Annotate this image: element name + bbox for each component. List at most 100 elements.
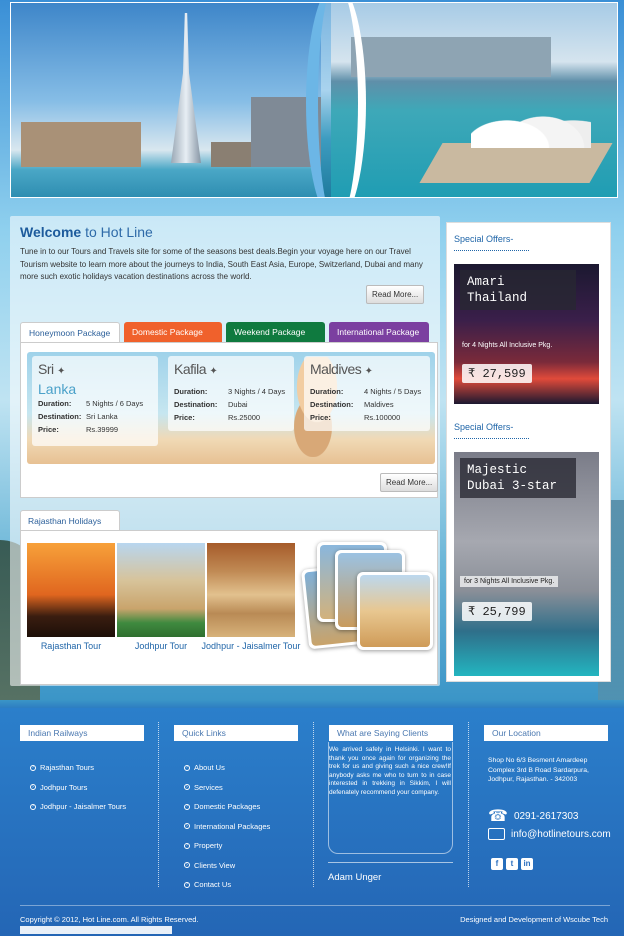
harbour-dock xyxy=(419,143,613,183)
package-name: Sri xyxy=(38,361,54,377)
rajasthan-tour-image[interactable] xyxy=(27,543,115,637)
price-label: Price: xyxy=(38,425,59,434)
welcome-read-more-button[interactable]: Read More... xyxy=(366,285,425,304)
welcome-title-rest: to Hot Line xyxy=(81,224,153,240)
footer-link[interactable]: › Services xyxy=(184,778,270,798)
arrow-bullet-icon: › xyxy=(184,823,190,830)
arrow-bullet-icon: › xyxy=(30,803,36,810)
railways-list: › Rajasthan Tours › Jodhpur Tours › Jodhpur… xyxy=(30,758,126,817)
ornament-icon: ✦ xyxy=(209,366,218,377)
tab-international-package[interactable]: International Package xyxy=(329,322,429,342)
footer-divider xyxy=(313,722,314,887)
collage-card xyxy=(357,572,433,650)
footer-link[interactable]: › About Us xyxy=(184,758,270,778)
tab-honeymoon-package[interactable]: Honeymoon Package xyxy=(20,322,120,342)
header-banner xyxy=(10,2,618,198)
footer-link[interactable]: › Clients View xyxy=(184,856,270,876)
offer-name: Amari Thailand xyxy=(460,270,576,310)
price-value: Rs.25000 xyxy=(228,413,261,422)
social-links: f t in xyxy=(491,858,533,870)
footer-link[interactable]: › Rajasthan Tours xyxy=(30,758,126,778)
footer-link[interactable]: › International Packages xyxy=(184,817,270,837)
amari-thailand-offer[interactable]: Amari Thailand for 4 Nights All Inclusive… xyxy=(454,264,599,404)
rajasthan-tour-link[interactable]: Rajasthan Tour xyxy=(23,640,119,652)
arrow-bullet-icon: › xyxy=(184,881,190,888)
jodhpur-tour-image[interactable] xyxy=(117,543,205,637)
destination-label: Destination: xyxy=(310,400,354,409)
mail-icon xyxy=(488,828,505,840)
price-label: Price: xyxy=(310,413,331,422)
duration-label: Duration: xyxy=(174,387,208,396)
ornament-icon: ✦ xyxy=(57,366,65,377)
arrow-bullet-icon: › xyxy=(184,784,190,791)
price-value: Rs.100000 xyxy=(364,413,401,422)
quick-links-list: › About Us › Services › Domestic Packages ›… xyxy=(184,758,270,895)
destination-value: Maldives xyxy=(364,400,394,409)
ornament-icon: ✦ xyxy=(364,366,373,377)
offer-price: ₹ 27,599 xyxy=(462,364,532,383)
email-contact[interactable]: info@hotlinetours.com xyxy=(488,828,611,840)
footer-link[interactable]: › Property xyxy=(184,836,270,856)
rupee-icon: ₹ xyxy=(468,367,476,381)
linkedin-icon[interactable]: in xyxy=(521,858,533,870)
copyright-text: Copyright © 2012, Hot Line.com. All Righ… xyxy=(20,915,199,924)
twitter-icon[interactable]: t xyxy=(506,858,518,870)
package-name: Kafila xyxy=(174,361,207,377)
scrollbar[interactable] xyxy=(20,926,172,934)
welcome-title: Welcome to Hot Line xyxy=(20,224,153,240)
building xyxy=(21,122,141,167)
title-underline xyxy=(454,250,529,251)
footer-divider xyxy=(158,722,159,887)
arrow-bullet-icon: › xyxy=(30,784,36,791)
package-card-maldives[interactable]: Maldives ✦ Duration: 4 Nights / 5 Days De… xyxy=(304,356,430,431)
footer-link[interactable]: › Jodhpur Tours xyxy=(30,778,126,798)
arrow-bullet-icon: › xyxy=(184,842,190,849)
designed-by-text: Designed and Development of Wscube Tech xyxy=(460,915,608,924)
package-card-kafila[interactable]: Kafila ✦ Duration: 3 Nights / 4 Days Dest… xyxy=(168,356,294,431)
email-address[interactable]: info@hotlinetours.com xyxy=(511,829,611,840)
tab-domestic-package[interactable]: Domestic Package xyxy=(124,322,222,342)
duration-label: Duration: xyxy=(310,387,344,396)
arrow-bullet-icon: › xyxy=(184,764,190,771)
footer-link[interactable]: › Jodhpur - Jaisalmer Tours xyxy=(30,797,126,817)
tab-weekend-package[interactable]: Weekend Package xyxy=(226,322,325,342)
offer-subtitle: for 4 Nights All Inclusive Pkg. xyxy=(462,342,553,349)
duration-value: 3 Nights / 4 Days xyxy=(228,387,286,396)
offer-price: ₹ 25,799 xyxy=(462,602,532,621)
majestic-dubai-offer[interactable]: Majestic Dubai 3-star for 3 Nights All In… xyxy=(454,452,599,676)
banner-swoosh xyxy=(306,3,366,197)
rupee-icon: ₹ xyxy=(468,605,476,619)
quote-divider xyxy=(328,862,453,863)
tab-rajasthan-holidays[interactable]: Rajasthan Holidays xyxy=(20,510,120,531)
jodhpur-tour-link[interactable]: Jodhpur Tour xyxy=(113,640,209,652)
package-name-line2: Lanka xyxy=(38,381,77,397)
footer-divider xyxy=(468,722,469,887)
rajasthan-photo-collage xyxy=(301,540,433,650)
welcome-text: Tune in to our Tours and Travels site fo… xyxy=(20,247,423,281)
arrow-bullet-icon: › xyxy=(184,862,190,869)
arrow-bullet-icon: › xyxy=(184,803,190,810)
indian-railways-heading: Indian Railways xyxy=(20,725,144,741)
duration-value: 4 Nights / 5 Days xyxy=(364,387,422,396)
duration-value: 5 Nights / 6 Days xyxy=(86,399,144,408)
footer-link[interactable]: › Domestic Packages xyxy=(184,797,270,817)
package-card-sri-lanka[interactable]: Sri ✦ Lanka Duration: 5 Nights / 6 Days D… xyxy=(32,356,158,446)
facebook-icon[interactable]: f xyxy=(491,858,503,870)
footer-link[interactable]: › Contact Us xyxy=(184,875,270,895)
jodhpur-jaisalmer-tour-link[interactable]: Jodhpur - Jaisalmer Tour xyxy=(200,640,302,652)
address-text: Shop No 6/3 Besment Amardeep Complex 3rd… xyxy=(488,757,589,783)
clients-heading: What are Saying Clients xyxy=(329,725,453,741)
building xyxy=(351,37,551,77)
packages-read-more-button[interactable]: Read More... xyxy=(380,473,439,492)
offer-subtitle: for 3 Nights All Inclusive Pkg. xyxy=(460,576,559,587)
offer-name: Majestic Dubai 3-star xyxy=(460,458,576,498)
jaisalmer-tour-image[interactable] xyxy=(207,543,295,637)
price-label: Price: xyxy=(174,413,195,422)
destination-label: Destination: xyxy=(38,412,82,421)
destination-value: Dubai xyxy=(228,400,248,409)
title-underline xyxy=(454,438,529,439)
opera-house-image xyxy=(471,93,591,148)
package-tabs: Honeymoon Package Domestic Package Weeke… xyxy=(20,322,429,342)
phone-contact: ☎ 0291-2617303 xyxy=(488,806,578,826)
quick-links-heading: Quick Links xyxy=(174,725,298,741)
